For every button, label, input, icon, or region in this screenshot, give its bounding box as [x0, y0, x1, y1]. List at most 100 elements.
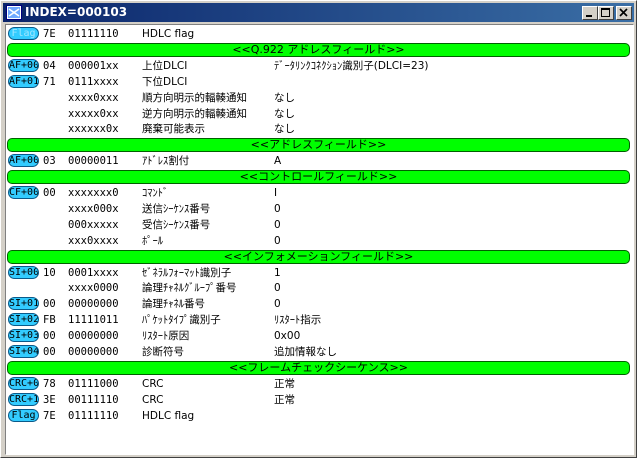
bit-pattern: 00111110	[68, 394, 119, 406]
bit-pattern: xxxx000x	[68, 203, 119, 215]
field-description: 論理ﾁｬﾈﾙｸﾞﾙｰﾌﾟ番号	[142, 282, 237, 294]
field-tag: Flag	[8, 27, 39, 40]
field-description: 下位DLCI	[142, 76, 188, 88]
decoded-value: 0	[274, 219, 281, 231]
decoded-value: 0x00	[274, 330, 301, 342]
bit-pattern: 01111110	[68, 410, 119, 422]
field-description: 順方向明示的輻輳通知	[142, 92, 247, 104]
field-description: ｾﾞﾈﾗﾙﾌｫｰﾏｯﾄ識別子	[142, 267, 232, 279]
field-tag: SI+01	[8, 297, 39, 310]
bit-pattern: 00000011	[68, 155, 119, 167]
decoded-value: 0	[274, 235, 281, 247]
field-row[interactable]: xxxx000x 送信ｼｰｹﾝｽ番号 0	[6, 201, 631, 217]
field-description: HDLC flag	[142, 28, 195, 40]
field-tag: AF+00	[8, 154, 39, 167]
app-icon	[6, 5, 22, 20]
field-row[interactable]: SI+00 10 0001xxxx ｾﾞﾈﾗﾙﾌｫｰﾏｯﾄ識別子 1	[6, 265, 631, 281]
field-row[interactable]: SI+03 00 00000000 ﾘｽﾀｰﾄ原因 0x00	[6, 328, 631, 344]
hex-value: 03	[43, 155, 56, 167]
field-description: 論理ﾁｬﾈﾙ番号	[142, 298, 205, 310]
hex-value: 10	[43, 267, 56, 279]
bit-pattern: 01111110	[68, 28, 119, 40]
hex-value: 71	[43, 76, 56, 88]
field-row[interactable]: SI+02 FB 11111011 ﾊﾟｹｯﾄﾀｲﾌﾟ識別子 ﾘｽﾀｰﾄ指示	[6, 312, 631, 328]
field-description: 上位DLCI	[142, 60, 188, 72]
decoded-value: 1	[274, 267, 281, 279]
bit-pattern: 11111011	[68, 314, 119, 326]
field-description: 送信ｼｰｹﾝｽ番号	[142, 203, 211, 215]
bit-pattern: xxxxxx0x	[68, 123, 119, 135]
close-button[interactable]	[616, 6, 632, 20]
field-description: ｺﾏﾝﾄﾞ	[142, 187, 169, 199]
field-row[interactable]: SI+01 00 00000000 論理ﾁｬﾈﾙ番号 0	[6, 296, 631, 312]
bit-pattern: 0111xxxx	[68, 76, 119, 88]
field-tag: SI+04	[8, 345, 39, 358]
bit-pattern: xxx0xxxx	[68, 235, 119, 247]
field-row[interactable]: AF+01 71 0111xxxx 下位DLCI	[6, 74, 631, 90]
close-icon	[619, 8, 628, 17]
window-title: INDEX=000103	[25, 5, 128, 19]
field-row[interactable]: xxxx0000 論理ﾁｬﾈﾙｸﾞﾙｰﾌﾟ番号 0	[6, 280, 631, 296]
field-description: ﾎﾟｰﾙ	[142, 235, 163, 247]
bit-pattern: xxxx0xxx	[68, 92, 119, 104]
decode-view[interactable]: Flag 7E 01111110 HDLC flag <<Q.922 アドレスフィールド…	[5, 24, 634, 455]
field-description: ﾘｽﾀｰﾄ原因	[142, 330, 190, 342]
decoded-value: なし	[274, 123, 295, 135]
field-description: 廃棄可能表示	[142, 123, 205, 135]
hex-value: 3E	[43, 394, 56, 406]
bit-pattern: xxxxxxx0	[68, 187, 119, 199]
field-tag: CRC+1	[8, 393, 39, 406]
field-description: 診断符号	[142, 346, 184, 358]
decoded-value: 追加情報なし	[274, 346, 337, 358]
maximize-button[interactable]	[598, 6, 614, 20]
field-row[interactable]: CRC+0 78 01111000 CRC 正常	[6, 376, 631, 392]
field-description: HDLC flag	[142, 410, 195, 422]
field-row[interactable]: CRC+1 3E 00111110 CRC 正常	[6, 392, 631, 408]
field-row[interactable]: xxxxxx0x 廃棄可能表示 なし	[6, 121, 631, 137]
title-bar[interactable]: INDEX=000103	[3, 3, 634, 22]
bit-pattern: 00000000	[68, 298, 119, 310]
hex-value: 00	[43, 298, 56, 310]
field-description: CRC	[142, 378, 164, 390]
field-description: 逆方向明示的輻輳通知	[142, 108, 247, 120]
field-row[interactable]: 000xxxxx 受信ｼｰｹﾝｽ番号 0	[6, 217, 631, 233]
field-row[interactable]: SI+04 00 00000000 診断符号 追加情報なし	[6, 344, 631, 360]
decoded-value: なし	[274, 92, 295, 104]
decoded-value: 0	[274, 203, 281, 215]
section-header: <<アドレスフィールド>>	[7, 138, 630, 152]
decoded-value: A	[274, 155, 282, 167]
section-header: <<インフォメーションフィールド>>	[7, 250, 630, 264]
field-tag: AF+00	[8, 59, 39, 72]
section-header: <<Q.922 アドレスフィールド>>	[7, 43, 630, 57]
field-description: ｱﾄﾞﾚｽ割付	[142, 155, 190, 167]
field-row[interactable]: xxxxx0xx 逆方向明示的輻輳通知 なし	[6, 106, 631, 122]
hex-value: 00	[43, 330, 56, 342]
field-row[interactable]: xxx0xxxx ﾎﾟｰﾙ 0	[6, 233, 631, 249]
field-row[interactable]: AF+00 03 00000011 ｱﾄﾞﾚｽ割付 A	[6, 153, 631, 169]
bit-pattern: 00000000	[68, 346, 119, 358]
bit-pattern: 00000000	[68, 330, 119, 342]
bit-pattern: 0001xxxx	[68, 267, 119, 279]
bit-pattern: 01111000	[68, 378, 119, 390]
field-tag: SI+00	[8, 266, 39, 279]
section-header: <<コントロールフィールド>>	[7, 170, 630, 184]
hex-value: 00	[43, 187, 56, 199]
field-row[interactable]: Flag 7E 01111110 HDLC flag	[6, 408, 631, 424]
field-tag: CF+00	[8, 186, 39, 199]
decoded-value: I	[274, 187, 278, 199]
field-row[interactable]: xxxx0xxx 順方向明示的輻輳通知 なし	[6, 90, 631, 106]
section-header: <<フレームチェックシーケンス>>	[7, 361, 630, 375]
hex-value: 04	[43, 60, 56, 72]
decoded-value: なし	[274, 108, 295, 120]
hex-value: FB	[43, 314, 56, 326]
hex-value: 00	[43, 346, 56, 358]
hex-value: 7E	[43, 28, 56, 40]
field-row[interactable]: Flag 7E 01111110 HDLC flag	[6, 26, 631, 42]
minimize-button[interactable]	[582, 6, 598, 20]
field-row[interactable]: AF+00 04 000001xx 上位DLCI ﾃﾞｰﾀﾘﾝｸｺﾈｸｼｮﾝ識別子(DL…	[6, 58, 631, 74]
field-row[interactable]: CF+00 00 xxxxxxx0 ｺﾏﾝﾄﾞ I	[6, 185, 631, 201]
bit-pattern: xxxx0000	[68, 282, 119, 294]
decoded-value: ﾘｽﾀｰﾄ指示	[274, 314, 322, 326]
field-description: 受信ｼｰｹﾝｽ番号	[142, 219, 211, 231]
bit-pattern: 000xxxxx	[68, 219, 119, 231]
